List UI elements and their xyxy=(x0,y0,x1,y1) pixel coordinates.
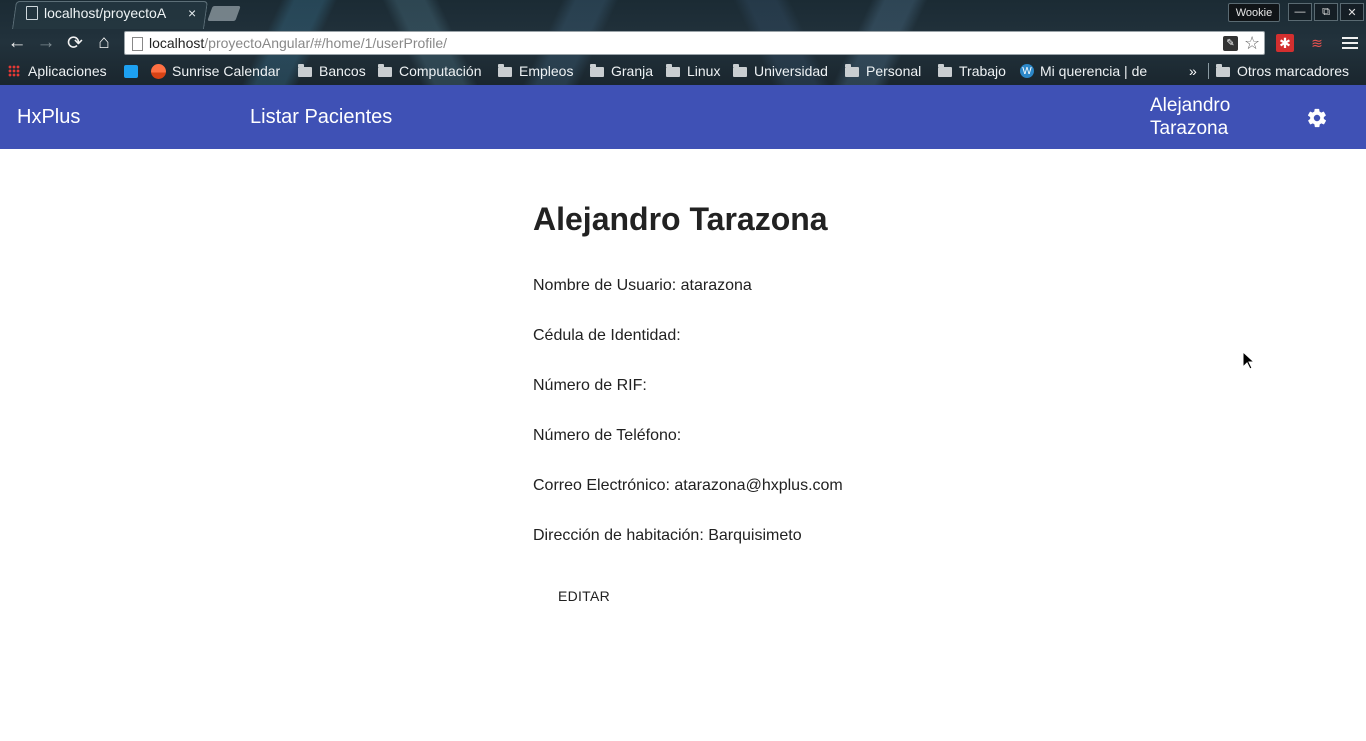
field-label: Correo Electrónico: xyxy=(533,477,670,494)
field-label: Dirección de habitación: xyxy=(533,527,704,544)
sunrise-icon xyxy=(151,63,166,79)
extension-icon[interactable]: ✎ xyxy=(1223,36,1238,51)
bookmark-folder-linux[interactable]: Linux xyxy=(666,60,720,82)
wordpress-icon: W xyxy=(1020,64,1034,78)
field-label: Número de RIF: xyxy=(533,377,647,394)
folder-icon xyxy=(298,64,312,77)
bookmark-apps[interactable]: Aplicaciones xyxy=(8,60,107,82)
bookmark-folder-granja[interactable]: Granja xyxy=(590,60,653,82)
bookmark-folder-personal[interactable]: Personal xyxy=(845,60,921,82)
folder-icon xyxy=(666,64,680,77)
field-label: Número de Teléfono: xyxy=(533,427,682,444)
edit-button[interactable]: EDITAR xyxy=(543,581,625,611)
url-text[interactable]: localhost/proyectoAngular/#/home/1/userP… xyxy=(149,35,447,51)
field-label: Cédula de Identidad: xyxy=(533,327,681,344)
mouse-cursor-icon xyxy=(1243,352,1255,370)
browser-tab-content[interactable]: localhost/proyectoA × xyxy=(26,1,202,25)
brand-link[interactable]: HxPlus xyxy=(17,106,80,129)
close-window-button[interactable]: ✕ xyxy=(1340,3,1364,21)
bookmark-folder-empleos[interactable]: Empleos xyxy=(498,60,573,82)
profile-title: Alejandro Tarazona xyxy=(533,201,828,237)
stack-extension-icon[interactable]: ≋ xyxy=(1308,34,1326,52)
bookmark-folder-universidad[interactable]: Universidad xyxy=(733,60,828,82)
minimize-button[interactable]: — xyxy=(1288,3,1312,21)
field-telefono: Número de Teléfono: xyxy=(533,427,681,445)
reload-button[interactable]: ⟳ xyxy=(64,32,86,54)
page-icon xyxy=(132,37,143,51)
settings-gear-icon[interactable] xyxy=(1306,107,1328,129)
folder-icon xyxy=(845,64,859,77)
bookmark-folder-trabajo[interactable]: Trabajo xyxy=(938,60,1006,82)
menu-icon[interactable] xyxy=(1342,34,1358,50)
forward-button[interactable]: → xyxy=(35,32,57,54)
field-value: Barquisimeto xyxy=(708,527,802,544)
folder-icon xyxy=(590,64,604,77)
field-email: Correo Electrónico: atarazona@hxplus.com xyxy=(533,477,843,495)
apps-icon xyxy=(8,65,20,77)
twitter-icon xyxy=(124,64,138,78)
field-direccion: Dirección de habitación: Barquisimeto xyxy=(533,527,802,545)
bookmarks-overflow-icon[interactable]: » xyxy=(1189,60,1197,82)
field-value: atarazona xyxy=(680,277,752,294)
folder-icon xyxy=(938,64,952,77)
folder-icon xyxy=(733,64,747,77)
field-cedula: Cédula de Identidad: xyxy=(533,327,681,345)
nav-listar-pacientes[interactable]: Listar Pacientes xyxy=(250,106,392,129)
bookmarks-bar: Aplicaciones Sunrise Calendar Bancos Com… xyxy=(0,60,1366,82)
folder-icon xyxy=(378,64,392,77)
user-last-name: Tarazona xyxy=(1150,118,1229,139)
bookmarks-separator xyxy=(1208,63,1209,79)
user-name-link[interactable]: Alejandro Tarazona xyxy=(1150,94,1250,140)
field-label: Nombre de Usuario: xyxy=(533,277,677,294)
page-icon xyxy=(26,6,38,20)
tab-title: localhost/proyectoA xyxy=(44,5,167,21)
field-username: Nombre de Usuario: atarazona xyxy=(533,277,752,295)
home-button[interactable]: ⌂ xyxy=(93,32,115,54)
bookmark-sunrise[interactable]: Sunrise Calendar xyxy=(151,60,280,82)
bookmark-twitter[interactable] xyxy=(124,60,144,82)
folder-icon xyxy=(498,64,512,77)
app-toolbar: HxPlus Listar Pacientes Alejandro Tarazo… xyxy=(0,85,1366,149)
tab-close-icon[interactable]: × xyxy=(188,5,196,21)
bookmark-folder-bancos[interactable]: Bancos xyxy=(298,60,366,82)
browser-profile-badge[interactable]: Wookie xyxy=(1228,3,1280,22)
bookmark-star-icon[interactable]: ☆ xyxy=(1244,33,1260,54)
address-bar[interactable]: localhost/proyectoAngular/#/home/1/userP… xyxy=(124,31,1265,55)
field-rif: Número de RIF: xyxy=(533,377,647,395)
bookmark-mi-querencia[interactable]: W Mi querencia | de xyxy=(1020,60,1147,82)
bookmark-folder-otros[interactable]: Otros marcadores xyxy=(1216,60,1349,82)
todoist-extension-icon[interactable]: ✱ xyxy=(1276,34,1294,52)
back-button[interactable]: ← xyxy=(6,32,28,54)
restore-button[interactable]: ⧉ xyxy=(1314,3,1338,21)
browser-chrome: localhost/proyectoA × Wookie — ⧉ ✕ ← → ⟳… xyxy=(0,0,1366,85)
field-value: atarazona@hxplus.com xyxy=(674,477,843,494)
folder-icon xyxy=(1216,64,1230,77)
new-tab-button[interactable] xyxy=(207,6,241,21)
bookmark-folder-computacion[interactable]: Computación xyxy=(378,60,482,82)
user-first-name: Alejandro xyxy=(1150,95,1231,116)
